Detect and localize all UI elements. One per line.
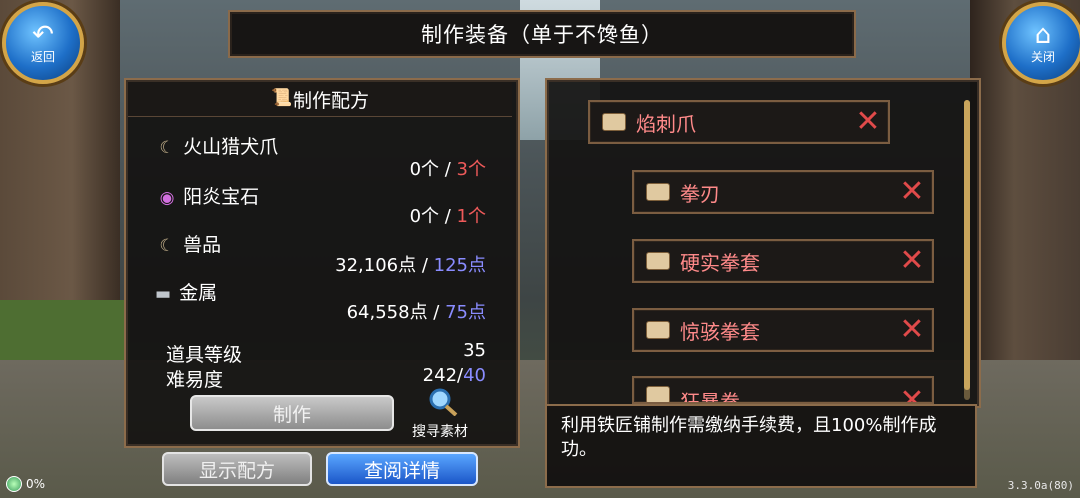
back-button-label: 返回 xyxy=(30,49,55,64)
view-details-button[interactable]: 查阅详情 xyxy=(326,452,478,486)
material-have: 0个 xyxy=(409,159,440,180)
loading-icon xyxy=(6,476,22,492)
tree-item-label: 狂暴拳 xyxy=(680,390,740,404)
material-need: 75点 xyxy=(445,302,486,323)
show-recipe-button[interactable]: 显示配方 xyxy=(162,452,312,486)
claw-icon: ☾ xyxy=(159,138,175,158)
material-name: 火山猎犬爪 xyxy=(183,136,279,158)
material-name: 兽品 xyxy=(183,234,222,256)
material-need: 3个 xyxy=(456,159,486,180)
scrollbar-thumb[interactable] xyxy=(964,100,970,390)
claw-icon: ☾ xyxy=(159,236,175,256)
close-icon[interactable]: ✕ xyxy=(892,315,932,345)
version-label: 3.3.0a(80) xyxy=(1007,479,1074,492)
recipe-panel-header: 📜 制作配方 xyxy=(128,82,512,117)
close-button[interactable]: ⌂ 关闭 xyxy=(1002,2,1080,84)
tree-item[interactable]: 惊骇拳套 ✕ xyxy=(632,308,934,352)
info-message: 利用铁匠铺制作需缴纳手续费，且100%制作成功。 xyxy=(545,404,977,488)
material-have: 0个 xyxy=(409,206,440,227)
difficulty-label: 难易度 xyxy=(166,369,224,391)
material-sep: / xyxy=(427,302,446,323)
material-need: 125点 xyxy=(433,255,486,276)
back-button[interactable]: ↶ 返回 xyxy=(2,2,84,84)
tree-item[interactable]: 狂暴拳 ✕ xyxy=(632,376,934,404)
craft-button[interactable]: 制作 xyxy=(190,395,394,431)
material-have: 32,106点 xyxy=(335,255,417,276)
material-quantity: 32,106点 / 125点 xyxy=(280,251,486,277)
recipe-book-icon: 📜 xyxy=(271,88,293,108)
search-materials-button[interactable] xyxy=(426,388,460,417)
close-icon[interactable]: ✕ xyxy=(892,177,932,207)
home-icon: ⌂ xyxy=(1034,19,1052,50)
metal-icon: ▬ xyxy=(154,284,172,304)
window-title: 制作装备（单于不馋鱼） xyxy=(228,10,856,58)
tree-item-label: 硬实拳套 xyxy=(680,250,760,275)
item-level-label: 道具等级 xyxy=(166,344,243,366)
scroll-icon xyxy=(646,386,670,402)
material-quantity: 0个 / 3个 xyxy=(300,155,486,181)
tree-item[interactable]: 硬实拳套 ✕ xyxy=(632,239,934,283)
difficulty-value: 242/40 xyxy=(390,365,486,386)
loading-indicator: 0% xyxy=(6,476,45,492)
tree-item-label: 惊骇拳套 xyxy=(680,319,760,344)
material-sep: / xyxy=(439,159,457,180)
scroll-icon xyxy=(646,183,670,201)
material-sep: / xyxy=(439,206,457,227)
scroll-icon xyxy=(646,321,670,339)
material-have: 64,558点 xyxy=(346,302,428,323)
tree-item-label: 焰刺爪 xyxy=(636,111,696,136)
item-level-value: 35 xyxy=(463,340,486,361)
recipe-panel-title: 制作配方 xyxy=(292,89,369,112)
tree-item[interactable]: 焰刺爪 ✕ xyxy=(588,100,890,144)
material-quantity: 0个 / 1个 xyxy=(300,202,486,228)
magnifier-icon xyxy=(429,388,458,417)
tree-item[interactable]: 拳刃 ✕ xyxy=(632,170,934,214)
search-materials-label: 搜寻素材 xyxy=(412,424,468,440)
material-need: 1个 xyxy=(456,206,486,227)
back-arrow-icon: ↶ xyxy=(32,19,54,50)
tree-item-label: 拳刃 xyxy=(680,181,720,206)
difficulty-current: 242/ xyxy=(422,365,464,386)
scroll-icon xyxy=(646,252,670,270)
difficulty-max: 40 xyxy=(463,365,486,386)
gem-icon: ◉ xyxy=(159,188,175,208)
material-sep: / xyxy=(416,255,434,276)
material-name: 阳炎宝石 xyxy=(183,186,260,208)
close-button-label: 关闭 xyxy=(1030,49,1055,64)
close-icon[interactable]: ✕ xyxy=(848,107,888,137)
material-quantity: 64,558点 / 75点 xyxy=(280,298,486,324)
loading-percent: 0% xyxy=(26,477,46,491)
material-name: 金属 xyxy=(179,282,218,304)
close-icon[interactable]: ✕ xyxy=(892,386,932,403)
scroll-icon xyxy=(602,113,626,131)
close-icon[interactable]: ✕ xyxy=(892,246,932,276)
